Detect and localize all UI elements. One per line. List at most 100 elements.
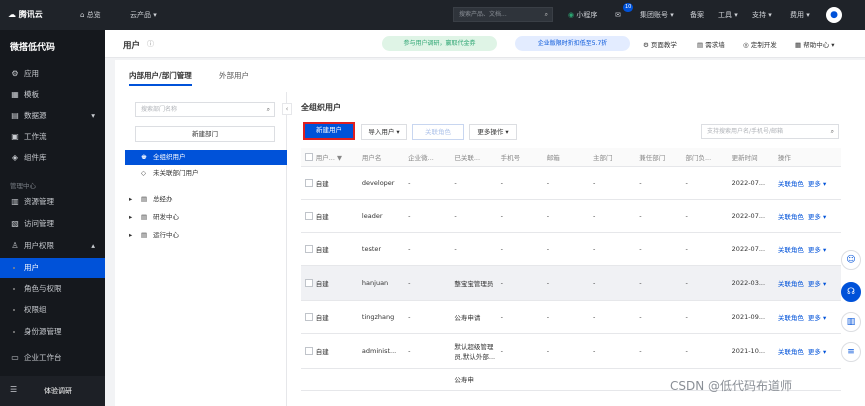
search-icon[interactable]: ⌕: [831, 125, 834, 138]
discount-banner[interactable]: 企业版限时折扣低至5.7折: [515, 36, 630, 51]
table-row[interactable]: 自建 leader - - - - - - -2022-07... 关联角色 更多 ▾: [301, 199, 841, 233]
account-menu[interactable]: 集团账号 ▾: [640, 0, 674, 30]
more-link[interactable]: 更多 ▾: [808, 348, 826, 356]
sidebar-item-users[interactable]: 用户: [0, 258, 105, 278]
help-menu[interactable]: ▦ 帮助中心 ▾: [795, 39, 835, 49]
mail-icon: ✉: [615, 11, 621, 19]
search-icon[interactable]: ⌕: [545, 8, 548, 21]
feedback-link[interactable]: ▤ 需求墙: [697, 39, 725, 49]
filing-link[interactable]: 备案: [690, 0, 704, 30]
sidebar-item-resources[interactable]: ▥ 资源管理: [0, 192, 105, 212]
assoc-role-link[interactable]: 关联角色: [778, 348, 804, 356]
table-cell-lead: -: [685, 300, 732, 334]
assoc-role-button[interactable]: 关联角色: [412, 124, 464, 140]
tree-item-label: 总经办: [153, 195, 173, 203]
tree-item-ceo-office[interactable]: ▸ ▤ 总经办: [125, 192, 287, 207]
table-cell-role: 公寿申请: [454, 300, 501, 334]
survey-banner[interactable]: 参与用户调研，赢取代金券: [382, 36, 497, 51]
row-checkbox[interactable]: [305, 244, 313, 253]
assoc-role-link[interactable]: 关联角色: [778, 180, 804, 188]
sidebar-item-datasource[interactable]: ▤ 数据源 ▾: [0, 106, 105, 126]
new-department-button[interactable]: 新建部门: [135, 126, 275, 142]
home-icon: ⌂: [80, 11, 85, 19]
tree-item-unassigned[interactable]: ◇ 未关联部门用户: [125, 166, 287, 181]
sidebar-item-app[interactable]: ⚙ 应用: [0, 64, 105, 84]
docs-float-button[interactable]: ▥: [841, 312, 861, 332]
expense-menu[interactable]: 费用 ▾: [790, 0, 810, 30]
assoc-role-link[interactable]: 关联角色: [778, 280, 804, 288]
sidebar-item-permission-groups[interactable]: 权限组: [0, 300, 105, 320]
sidebar-item-roles[interactable]: 角色与权限: [0, 279, 105, 299]
collapse-icon[interactable]: ☰: [10, 385, 17, 394]
import-users-button[interactable]: 导入用户 ▾: [361, 124, 407, 140]
tree-item-ops[interactable]: ▸ ▤ 运行中心: [125, 228, 287, 243]
more-actions-button[interactable]: 更多操作 ▾: [469, 124, 517, 140]
sidebar-item-identity[interactable]: 身份源管理: [0, 322, 105, 342]
chevron-up-icon: ▴: [91, 241, 95, 250]
assoc-role-link[interactable]: 关联角色: [778, 246, 804, 254]
assoc-role-link[interactable]: 关联角色: [778, 314, 804, 322]
collapse-pane-button[interactable]: ‹: [282, 103, 292, 115]
sidebar-item-workbench[interactable]: ▭ 企业工作台: [0, 348, 105, 368]
logo[interactable]: ☁ 腾讯云: [8, 0, 43, 30]
avatar[interactable]: ●: [826, 7, 842, 23]
home-link[interactable]: ⌂ 总览: [80, 0, 101, 30]
more-link[interactable]: 更多 ▾: [808, 180, 826, 188]
table-row[interactable]: 自建 developer - - - - - - -2022-07... 关联角色 更多 ▾: [301, 166, 841, 200]
column-header[interactable]: 用户... ▼: [315, 148, 362, 167]
info-icon[interactable]: ⓘ: [147, 39, 154, 49]
user-table: 用户... ▼ 用户名 企业微... 已关联... 手机号 邮箱 主部门 兼任部…: [301, 148, 841, 391]
custom-dev-link[interactable]: ◎ 定制开发: [743, 39, 777, 49]
dept-search-input[interactable]: 搜索部门名称 ⌕: [135, 102, 275, 117]
more-link[interactable]: 更多 ▾: [808, 246, 826, 254]
sidebar-item-user-permissions[interactable]: ♙ 用户权限 ▴: [0, 236, 105, 256]
search-icon[interactable]: ⌕: [267, 103, 270, 116]
support-menu[interactable]: 支持 ▾: [752, 0, 772, 30]
guide-link[interactable]: ⚙ 页面教学: [643, 39, 677, 49]
section-title: 全组织用户: [301, 103, 341, 112]
row-checkbox[interactable]: [305, 346, 313, 355]
user-search-input[interactable]: 支持搜索用户名/手机号/邮箱 ⌕: [701, 124, 839, 139]
table-row[interactable]: 自建 tester - - - - - - -2022-07... 关联角色 更多 ▾: [301, 232, 841, 266]
table-row[interactable]: 自建 administ... - 默认超级管理员,默认外部... - - - - -2021-1…: [301, 333, 841, 369]
tree-item-rd[interactable]: ▸ ▤ 研发中心: [125, 210, 287, 225]
more-link[interactable]: 更多 ▾: [808, 280, 826, 288]
tab-internal[interactable]: 内部用户/部门管理: [129, 70, 192, 86]
caret-right-icon[interactable]: ▸: [129, 192, 132, 207]
filter-icon[interactable]: ▼: [337, 154, 342, 162]
table-row[interactable]: 自建 tingzhang - 公寿申请 - - - - -2021-09... 关联角色 更多 ▾: [301, 300, 841, 334]
support-float-button[interactable]: ☊: [841, 282, 861, 302]
list-icon: ≡: [847, 347, 855, 357]
tab-external[interactable]: 外部用户: [219, 70, 249, 86]
sidebar-item-access[interactable]: ▧ 访问管理: [0, 214, 105, 234]
miniprogram-link[interactable]: ◉ 小程序: [568, 0, 597, 30]
new-user-button[interactable]: 新建用户: [303, 122, 355, 140]
global-search-input[interactable]: 搜索产品、文档... ⌕: [453, 7, 553, 22]
assoc-role-link[interactable]: 关联角色: [778, 213, 804, 221]
survey-label[interactable]: 体验调研: [44, 386, 72, 396]
actions-cell: 关联角色 更多 ▾: [777, 300, 841, 334]
table-row[interactable]: 自建 hanjuan - 整宝宝管理员 - - - - -2022-03... 关联角色 更多 ▾: [301, 265, 841, 301]
tools-menu[interactable]: 工具 ▾: [718, 0, 738, 30]
assistant-float-button[interactable]: ☺: [841, 250, 861, 270]
row-checkbox[interactable]: [305, 178, 313, 187]
caret-right-icon[interactable]: ▸: [129, 210, 132, 225]
row-checkbox[interactable]: [305, 312, 313, 321]
sidebar-item-components[interactable]: ◈ 组件库: [0, 148, 105, 168]
table-cell-name: tester: [361, 232, 409, 266]
sidebar-item-workflow[interactable]: ▣ 工作流: [0, 127, 105, 147]
tree-item-all-users[interactable]: ♚ 全组织用户: [125, 150, 287, 165]
sidebar-item-template[interactable]: ▦ 模板: [0, 85, 105, 105]
row-checkbox[interactable]: [305, 278, 313, 287]
menu-float-button[interactable]: ≡: [841, 342, 861, 362]
top-navbar: ☁ 腾讯云 ⌂ 总览 云产品 ▾ 搜索产品、文档... ⌕ ◉ 小程序 ✉ 10 集…: [0, 0, 865, 30]
mail-link[interactable]: ✉ 10: [615, 0, 634, 30]
more-link[interactable]: 更多 ▾: [808, 314, 826, 322]
table-cell-role: 公寿申: [454, 368, 501, 391]
select-all-checkbox[interactable]: [305, 152, 313, 161]
caret-right-icon[interactable]: ▸: [129, 228, 132, 243]
tree-item-label: 研发中心: [153, 213, 179, 221]
row-checkbox[interactable]: [305, 211, 313, 220]
more-link[interactable]: 更多 ▾: [808, 213, 826, 221]
products-menu[interactable]: 云产品 ▾: [130, 0, 157, 30]
